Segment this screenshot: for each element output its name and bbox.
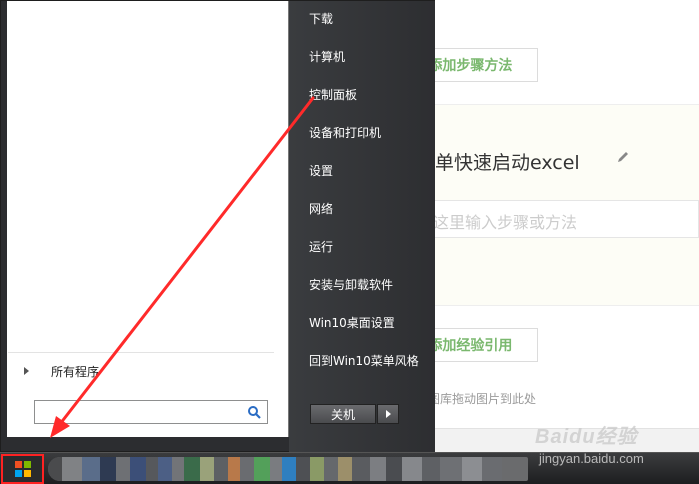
menu-item-win10-menu-style[interactable]: 回到Win10菜单风格 bbox=[309, 352, 419, 370]
windows-logo-icon bbox=[14, 461, 31, 477]
shutdown-button[interactable]: 关机 bbox=[310, 404, 376, 424]
menu-item-network[interactable]: 网络 bbox=[309, 200, 333, 218]
all-programs-label: 所有程序 bbox=[51, 364, 100, 379]
menu-item-win10-desktop-settings[interactable]: Win10桌面设置 bbox=[309, 314, 395, 332]
all-programs-item[interactable]: 所有程序 bbox=[14, 360, 99, 382]
menu-item-devices-printers[interactable]: 设备和打印机 bbox=[309, 124, 381, 142]
add-quote-label: 添加经验引用 bbox=[428, 337, 513, 353]
menu-item-computer[interactable]: 计算机 bbox=[309, 48, 345, 66]
baidu-jingyan-watermark: Baidu经验 jingyan.baidu.com bbox=[535, 420, 695, 470]
programs-divider bbox=[8, 352, 274, 353]
menu-item-settings[interactable]: 设置 bbox=[309, 162, 333, 180]
menu-item-downloads[interactable]: 下载 bbox=[309, 10, 333, 28]
start-button[interactable] bbox=[1, 454, 44, 484]
taskbar-pinned-apps[interactable] bbox=[48, 457, 528, 481]
menu-item-install-uninstall[interactable]: 安装与卸载软件 bbox=[309, 276, 393, 294]
search-icon[interactable] bbox=[247, 405, 261, 419]
shutdown-options-button[interactable] bbox=[377, 404, 399, 424]
menu-item-run[interactable]: 运行 bbox=[309, 238, 333, 256]
start-search-input[interactable] bbox=[34, 400, 268, 424]
add-step-label: 添加步骤方法 bbox=[428, 57, 513, 73]
pencil-icon[interactable] bbox=[616, 150, 630, 164]
menu-item-control-panel[interactable]: 控制面板 bbox=[309, 86, 357, 104]
expand-arrow-icon bbox=[24, 367, 29, 375]
start-menu-links-pane bbox=[289, 1, 435, 453]
chevron-right-icon bbox=[385, 410, 391, 418]
watermark-logo: Baidu经验 bbox=[535, 426, 638, 448]
watermark-url: jingyan.baidu.com bbox=[539, 451, 644, 466]
start-menu bbox=[0, 0, 435, 453]
